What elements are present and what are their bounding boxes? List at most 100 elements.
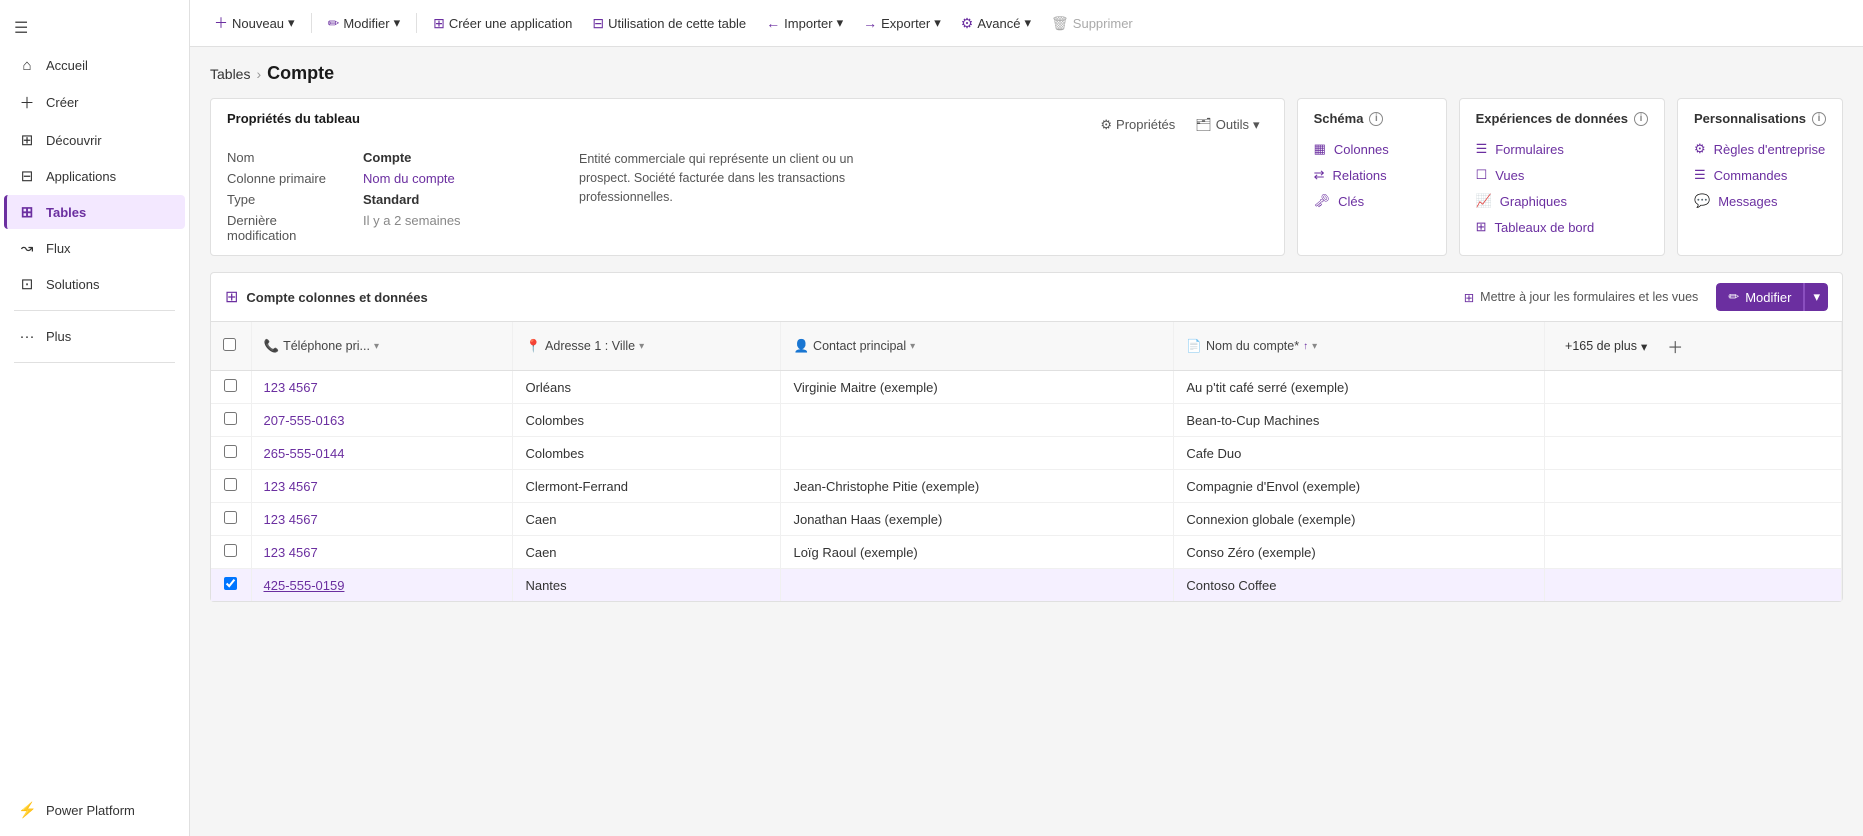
hamburger-button[interactable]: ☰ bbox=[0, 8, 189, 48]
telephone-chevron[interactable]: ▾ bbox=[374, 341, 379, 352]
row-telephone[interactable]: 425-555-0159 bbox=[251, 569, 513, 602]
row-checkbox[interactable] bbox=[224, 412, 237, 425]
data-table-container: 📞 Téléphone pri... ▾ 📍 Adresse 1 : Ville… bbox=[211, 322, 1842, 601]
nouveau-button[interactable]: ＋ Nouveau ▾ bbox=[206, 8, 303, 38]
row-contact: Jonathan Haas (exemple) bbox=[781, 503, 1174, 536]
update-icon: ⊞ bbox=[1464, 290, 1474, 305]
row-telephone[interactable]: 265-555-0144 bbox=[251, 437, 513, 470]
row-adresse: Colombes bbox=[513, 404, 781, 437]
row-adresse: Nantes bbox=[513, 569, 781, 602]
exporter-button[interactable]: → Exporter ▾ bbox=[855, 10, 949, 36]
row-checkbox[interactable] bbox=[224, 577, 237, 590]
importer-button[interactable]: ← Importer ▾ bbox=[758, 10, 851, 36]
sidebar-item-power-platform[interactable]: ⚡ Power Platform bbox=[4, 793, 185, 835]
select-all-checkbox[interactable] bbox=[223, 338, 236, 351]
experiences-info-icon[interactable]: i bbox=[1634, 112, 1648, 126]
col-primaire-value[interactable]: Nom du compte bbox=[363, 171, 563, 186]
phone-col-icon: 📞 bbox=[264, 339, 280, 354]
sidebar-item-label: Découvrir bbox=[46, 133, 102, 148]
exp-tableaux-bord[interactable]: ⊞ Tableaux de bord bbox=[1476, 214, 1648, 240]
keys-icon: 🗝 bbox=[1314, 193, 1331, 209]
row-checkbox[interactable] bbox=[224, 478, 237, 491]
modify-btn-group: ✏ Modifier ▾ bbox=[1716, 283, 1828, 311]
modifier-button[interactable]: ✏ Modifier ▾ bbox=[320, 10, 409, 37]
pencil-icon: ✏ bbox=[1728, 289, 1739, 305]
exp-graphiques[interactable]: 📈 Graphiques bbox=[1476, 188, 1648, 214]
power-icon: ⚡ bbox=[18, 801, 36, 819]
row-telephone[interactable]: 123 4567 bbox=[251, 503, 513, 536]
sidebar-item-decouvrir[interactable]: ⊞ Découvrir bbox=[4, 123, 185, 157]
sidebar-item-creer[interactable]: ＋ Créer bbox=[4, 84, 185, 121]
row-extra bbox=[1545, 371, 1842, 404]
proprietes-btn[interactable]: ⚙ Propriétés bbox=[1092, 113, 1183, 137]
sidebar-item-applications[interactable]: ⊟ Applications bbox=[4, 159, 185, 193]
personnalisations-panel-title: Personnalisations i bbox=[1694, 111, 1826, 126]
row-checkbox[interactable] bbox=[224, 544, 237, 557]
content-area: Tables › Compte Propriétés du tableau ⚙ … bbox=[190, 47, 1863, 836]
row-checkbox[interactable] bbox=[224, 511, 237, 524]
schema-relations[interactable]: ⇄ Relations bbox=[1314, 162, 1430, 188]
row-contact bbox=[781, 437, 1174, 470]
solutions-icon: ⊡ bbox=[18, 275, 36, 293]
modifier-data-button[interactable]: ✏ Modifier bbox=[1716, 283, 1803, 311]
row-nom-compte: Conso Zéro (exemple) bbox=[1174, 536, 1545, 569]
row-telephone[interactable]: 123 4567 bbox=[251, 470, 513, 503]
properties-grid: Nom Compte Entité commerciale qui représ… bbox=[227, 150, 1268, 243]
row-extra bbox=[1545, 569, 1842, 602]
schema-info-icon[interactable]: i bbox=[1369, 112, 1383, 126]
perso-regles[interactable]: ⚙ Règles d'entreprise bbox=[1694, 136, 1826, 162]
type-label: Type bbox=[227, 192, 347, 207]
row-adresse: Colombes bbox=[513, 437, 781, 470]
row-checkbox-cell bbox=[211, 404, 251, 437]
panel-toolbar: ⚙ Propriétés 🗂 Outils ▾ bbox=[1092, 113, 1267, 137]
exp-formulaires[interactable]: ☰ Formulaires bbox=[1476, 136, 1648, 162]
importer-chevron: ▾ bbox=[837, 15, 844, 31]
views-icon: ☐ bbox=[1476, 167, 1488, 183]
table-header-actions: ⊞ Mettre à jour les formulaires et les v… bbox=[1454, 283, 1828, 311]
sidebar-item-flux[interactable]: ↝ Flux bbox=[4, 231, 185, 265]
contact-chevron[interactable]: ▾ bbox=[910, 341, 915, 352]
utilisation-button[interactable]: ⊟ Utilisation de cette table bbox=[584, 10, 754, 37]
adresse-chevron[interactable]: ▾ bbox=[639, 341, 644, 352]
apps-icon: ⊟ bbox=[18, 167, 36, 185]
perso-messages[interactable]: 💬 Messages bbox=[1694, 188, 1826, 214]
modifier-dropdown-button[interactable]: ▾ bbox=[1804, 283, 1828, 311]
sidebar-item-label: Créer bbox=[46, 95, 79, 110]
row-extra bbox=[1545, 437, 1842, 470]
table-row: 207-555-0163 Colombes Bean-to-Cup Machin… bbox=[211, 404, 1842, 437]
avance-button[interactable]: ⚙ Avancé ▾ bbox=[953, 10, 1039, 37]
sidebar-item-tables[interactable]: ⊞ Tables bbox=[4, 195, 185, 229]
row-nom-compte: Connexion globale (exemple) bbox=[1174, 503, 1545, 536]
sep-2 bbox=[416, 13, 417, 33]
update-forms-button[interactable]: ⊞ Mettre à jour les formulaires et les v… bbox=[1454, 285, 1709, 310]
derniere-modif-value: Il y a 2 semaines bbox=[363, 213, 563, 243]
add-column-button[interactable]: ＋ bbox=[1659, 330, 1691, 362]
nom-compte-chevron[interactable]: ▾ bbox=[1312, 341, 1317, 352]
sidebar-item-solutions[interactable]: ⊡ Solutions bbox=[4, 267, 185, 301]
creer-app-button[interactable]: ⊞ Créer une application bbox=[425, 10, 580, 37]
col-more-header: +165 de plus ▾ ＋ bbox=[1545, 322, 1842, 371]
row-telephone[interactable]: 123 4567 bbox=[251, 371, 513, 404]
schema-cles[interactable]: 🗝 Clés bbox=[1314, 188, 1430, 214]
sidebar-item-plus[interactable]: ··· Plus bbox=[4, 320, 185, 353]
schema-panel-title: Schéma i bbox=[1314, 111, 1430, 126]
row-telephone[interactable]: 123 4567 bbox=[251, 536, 513, 569]
exp-vues[interactable]: ☐ Vues bbox=[1476, 162, 1648, 188]
tools-icon: 🗂 bbox=[1195, 117, 1212, 133]
breadcrumb-parent[interactable]: Tables bbox=[210, 66, 250, 82]
nouveau-chevron: ▾ bbox=[288, 15, 295, 31]
outils-btn[interactable]: 🗂 Outils ▾ bbox=[1187, 113, 1267, 137]
personnalisations-info-icon[interactable]: i bbox=[1812, 112, 1826, 126]
row-checkbox[interactable] bbox=[224, 445, 237, 458]
sidebar-item-accueil[interactable]: ⌂ Accueil bbox=[4, 49, 185, 82]
supprimer-button[interactable]: 🗑 Supprimer bbox=[1043, 10, 1141, 37]
table-icon: ⊞ bbox=[225, 287, 238, 307]
row-checkbox[interactable] bbox=[224, 379, 237, 392]
outils-chevron: ▾ bbox=[1253, 117, 1260, 133]
more-columns-button[interactable]: +165 de plus ▾ bbox=[1557, 335, 1655, 358]
perso-commandes[interactable]: ☰ Commandes bbox=[1694, 162, 1826, 188]
schema-colonnes[interactable]: ▦ Colonnes bbox=[1314, 136, 1430, 162]
row-contact: Jean-Christophe Pitie (exemple) bbox=[781, 470, 1174, 503]
row-telephone[interactable]: 207-555-0163 bbox=[251, 404, 513, 437]
experiences-panel-title: Expériences de données i bbox=[1476, 111, 1648, 126]
